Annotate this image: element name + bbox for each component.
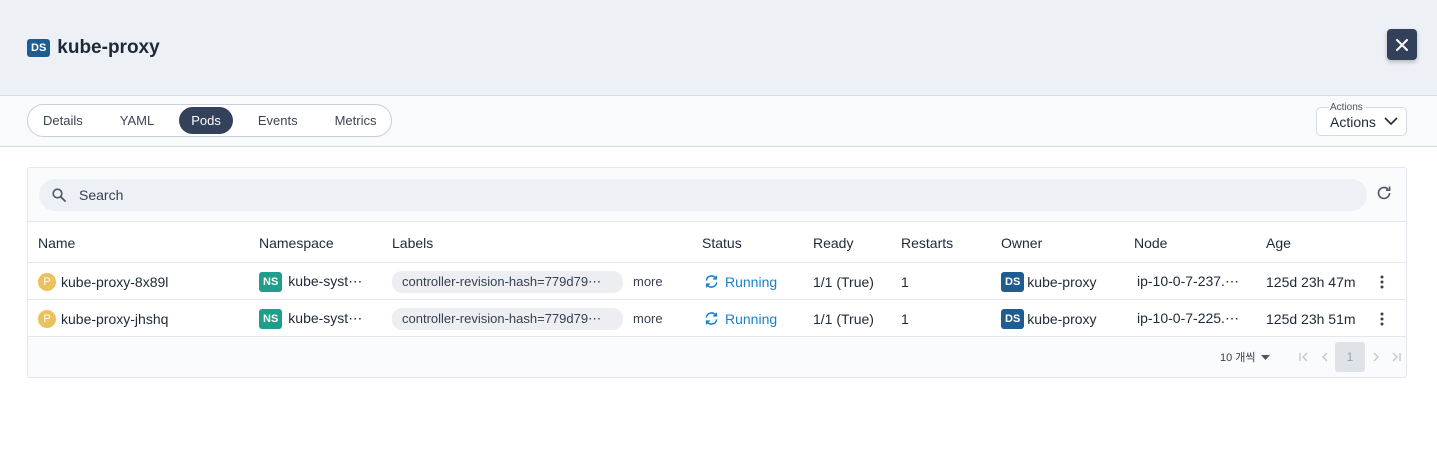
column-header-name[interactable]: Name bbox=[38, 235, 75, 251]
owner-link[interactable]: kube-proxy bbox=[1027, 311, 1096, 327]
tab-metrics[interactable]: Metrics bbox=[323, 107, 389, 134]
tab-bar: Details YAML Pods Events Metrics Actions… bbox=[0, 96, 1437, 147]
age-value: 125d 23h 51m bbox=[1266, 310, 1356, 327]
node-link[interactable]: ip-10-0-7-225.⋯ bbox=[1137, 300, 1239, 337]
caret-down-icon bbox=[1260, 354, 1270, 360]
row-menu-button[interactable] bbox=[1380, 300, 1384, 337]
namespace-badge: NS bbox=[259, 271, 283, 292]
tab-yaml[interactable]: YAML bbox=[108, 107, 166, 134]
status-text: Running bbox=[725, 273, 778, 290]
chevron-left-icon bbox=[1321, 352, 1327, 362]
rows-per-page-value: 10 개씩 bbox=[1220, 352, 1256, 364]
tab-events[interactable]: Events bbox=[246, 107, 310, 134]
column-header-ready[interactable]: Ready bbox=[813, 235, 853, 251]
close-icon bbox=[1396, 38, 1408, 51]
node-link[interactable]: ip-10-0-7-237.⋯ bbox=[1137, 263, 1239, 300]
running-icon bbox=[705, 312, 718, 325]
panel-header: DS kube-proxy bbox=[0, 0, 1437, 96]
pods-table: Name Namespace Labels Status Ready Resta… bbox=[28, 221, 1406, 337]
owner-badge: DS bbox=[1001, 308, 1025, 329]
previous-page-button[interactable] bbox=[1314, 342, 1334, 372]
ready-value: 1/1 (True) bbox=[813, 310, 874, 327]
table-header: Name Namespace Labels Status Ready Resta… bbox=[28, 221, 1406, 263]
pod-badge: P bbox=[38, 272, 56, 291]
column-header-age[interactable]: Age bbox=[1266, 235, 1291, 251]
search-bar bbox=[39, 179, 1367, 211]
actions-label: Actions bbox=[1330, 114, 1376, 130]
first-page-button[interactable] bbox=[1294, 342, 1314, 372]
chevron-right-icon bbox=[1373, 352, 1379, 362]
owner-badge: DS bbox=[1001, 271, 1025, 292]
pod-name-link[interactable]: kube-proxy-8x89l bbox=[61, 274, 168, 290]
column-header-restarts[interactable]: Restarts bbox=[901, 235, 953, 251]
daemonset-badge: DS bbox=[27, 39, 51, 57]
actions-legend: Actions bbox=[1329, 102, 1364, 113]
ready-value: 1/1 (True) bbox=[813, 273, 874, 290]
close-button[interactable] bbox=[1387, 29, 1417, 60]
more-labels-button[interactable]: more bbox=[633, 311, 663, 326]
table-row[interactable]: P kube-proxy-8x89l NS kube-syst⋯ control… bbox=[28, 263, 1406, 300]
more-labels-button[interactable]: more bbox=[633, 274, 663, 289]
kebab-menu-icon bbox=[1380, 312, 1384, 325]
column-header-namespace[interactable]: Namespace bbox=[259, 235, 334, 251]
column-header-status[interactable]: Status bbox=[702, 235, 742, 251]
status-text: Running bbox=[725, 310, 778, 327]
column-header-node[interactable]: Node bbox=[1134, 235, 1167, 251]
namespace-link[interactable]: kube-syst⋯ bbox=[288, 273, 362, 290]
chevron-down-icon bbox=[1384, 117, 1398, 126]
refresh-icon[interactable] bbox=[1376, 185, 1392, 201]
tab-details[interactable]: Details bbox=[31, 107, 95, 134]
tab-pods[interactable]: Pods bbox=[179, 107, 233, 134]
search-icon bbox=[52, 188, 66, 202]
pod-name-link[interactable]: kube-proxy-jhshq bbox=[61, 311, 168, 327]
last-page-button[interactable] bbox=[1386, 342, 1406, 372]
label-chip: controller-revision-hash=779d79⋯ bbox=[392, 270, 623, 293]
page-number-button[interactable]: 1 bbox=[1335, 342, 1365, 372]
first-page-icon bbox=[1299, 352, 1308, 362]
table-footer: 10 개씩 1 bbox=[28, 337, 1406, 377]
column-header-owner[interactable]: Owner bbox=[1001, 235, 1042, 251]
status-cell: Running bbox=[704, 263, 777, 300]
running-icon bbox=[705, 275, 718, 288]
next-page-button[interactable] bbox=[1366, 342, 1386, 372]
tab-group: Details YAML Pods Events Metrics bbox=[27, 104, 393, 137]
pagination: 1 bbox=[1294, 342, 1406, 372]
namespace-badge: NS bbox=[259, 308, 283, 329]
age-value: 125d 23h 47m bbox=[1266, 273, 1356, 290]
pod-badge: P bbox=[38, 309, 56, 328]
rows-per-page-select[interactable]: 10 개씩 bbox=[1220, 349, 1270, 365]
kebab-menu-icon bbox=[1380, 275, 1384, 288]
pods-card: Name Namespace Labels Status Ready Resta… bbox=[27, 167, 1407, 378]
last-page-icon bbox=[1392, 352, 1401, 362]
column-header-labels[interactable]: Labels bbox=[392, 235, 433, 251]
restarts-value: 1 bbox=[901, 273, 909, 290]
label-chip: controller-revision-hash=779d79⋯ bbox=[392, 307, 623, 330]
namespace-link[interactable]: kube-syst⋯ bbox=[288, 310, 362, 327]
status-cell: Running bbox=[704, 300, 777, 337]
page-title: kube-proxy bbox=[57, 37, 160, 58]
row-menu-button[interactable] bbox=[1380, 263, 1384, 300]
search-input[interactable] bbox=[79, 179, 1349, 211]
table-row[interactable]: P kube-proxy-jhshq NS kube-syst⋯ control… bbox=[28, 300, 1406, 337]
owner-link[interactable]: kube-proxy bbox=[1027, 274, 1096, 290]
actions-dropdown[interactable]: Actions Actions bbox=[1316, 102, 1407, 136]
restarts-value: 1 bbox=[901, 310, 909, 327]
panel-title: DS kube-proxy bbox=[27, 37, 160, 59]
